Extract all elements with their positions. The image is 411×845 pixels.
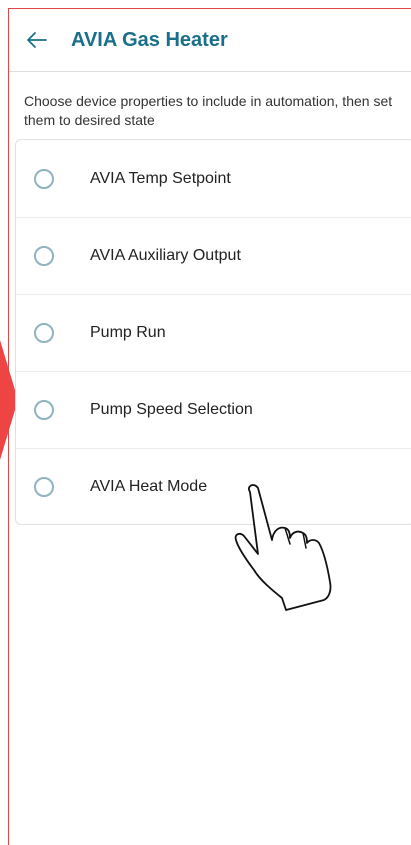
property-item-heat-mode[interactable]: AVIA Heat Mode [16, 448, 411, 525]
radio-button[interactable] [34, 168, 54, 189]
property-label: Pump Speed Selection [90, 400, 253, 418]
instructions-text: Choose device properties to include in a… [24, 93, 393, 128]
property-label: AVIA Heat Mode [90, 477, 208, 495]
radio-button[interactable] [34, 476, 54, 497]
radio-button[interactable] [34, 245, 54, 266]
property-item-auxiliary-output[interactable]: AVIA Auxiliary Output [16, 217, 411, 295]
property-item-pump-speed[interactable]: Pump Speed Selection [16, 371, 411, 449]
pointing-hand-icon [234, 484, 332, 611]
property-item-pump-run[interactable]: Pump Run [16, 294, 411, 372]
property-label: Pump Run [90, 323, 166, 341]
page-title: AVIA Gas Heater [71, 28, 228, 51]
radio-button[interactable] [34, 322, 54, 343]
arrow-left-icon [27, 32, 47, 48]
property-label: AVIA Temp Setpoint [90, 169, 231, 187]
property-item-temp-setpoint[interactable]: AVIA Temp Setpoint [16, 140, 411, 218]
property-label: AVIA Auxiliary Output [90, 246, 241, 264]
back-button[interactable] [17, 20, 57, 60]
radio-button[interactable] [34, 399, 54, 420]
property-list: AVIA Temp Setpoint AVIA Auxiliary Output… [15, 139, 411, 525]
app-header: AVIA Gas Heater [9, 9, 411, 72]
